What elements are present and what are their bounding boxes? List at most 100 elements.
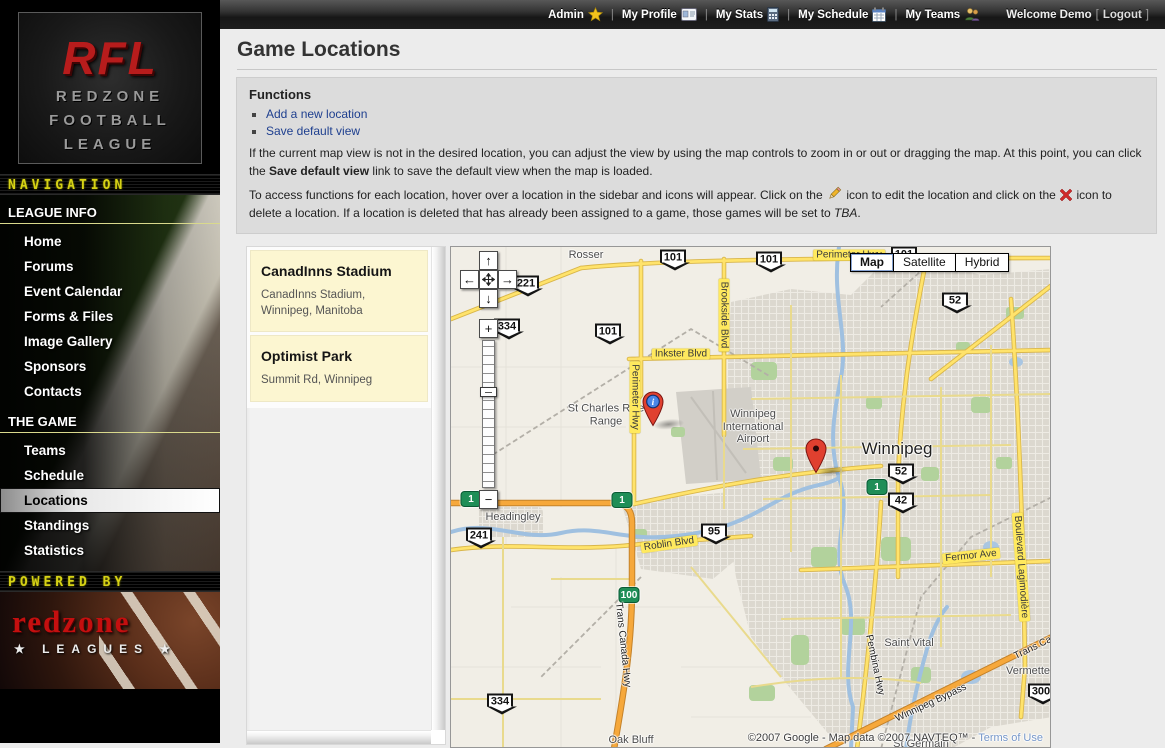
- topnav-my-schedule[interactable]: My Schedule: [798, 7, 886, 22]
- redzone-leagues-logo: redzone ★ LEAGUES ★: [0, 592, 220, 689]
- location-list-panel: CanadInns Stadium CanadInns Stadium, Winn…: [246, 246, 446, 745]
- horizontal-scrollbar[interactable]: [247, 730, 431, 744]
- sidebar-item-locations[interactable]: Locations: [0, 488, 220, 513]
- sidebar: RFL REDZONE FOOTBALL LEAGUE NAVIGATION L…: [0, 0, 220, 743]
- topnav-label: My Teams: [905, 9, 960, 21]
- edit-pencil-icon: [827, 186, 842, 201]
- topnav-label: My Schedule: [798, 9, 868, 21]
- location-marker[interactable]: [804, 438, 828, 479]
- sidebar-item-forms-files[interactable]: Forms & Files: [0, 304, 220, 329]
- star-icon: [588, 7, 603, 22]
- vertical-scrollbar[interactable]: [431, 247, 445, 730]
- sidebar-item-home[interactable]: Home: [0, 229, 220, 254]
- functions-list-item: Save default view: [266, 124, 1144, 138]
- zoom-slider-thumb[interactable]: [480, 387, 497, 397]
- svg-text:i: i: [652, 398, 655, 408]
- sidebar-item-forums[interactable]: Forums: [0, 254, 220, 279]
- rfl-logo: RFL REDZONE FOOTBALL LEAGUE: [18, 12, 202, 164]
- sidebar-item-schedule[interactable]: Schedule: [0, 463, 220, 488]
- rfl-logo-acronym: RFL: [19, 35, 201, 81]
- instructions-paragraph-1: If the current map view is not in the de…: [249, 144, 1144, 180]
- map-type-switcher: MapSatelliteHybrid: [851, 253, 1009, 272]
- zoom-in-button[interactable]: +: [479, 319, 498, 338]
- calendar-icon: [872, 7, 886, 22]
- topnav-label: My Stats: [716, 9, 763, 21]
- functions-list-item: Add a new location: [266, 107, 1144, 121]
- sidebar-item-contacts[interactable]: Contacts: [0, 379, 220, 404]
- sidebar-item-statistics[interactable]: Statistics: [0, 538, 220, 563]
- sidebar-item-sponsors[interactable]: Sponsors: [0, 354, 220, 379]
- sidebar-section-league-info: LEAGUE INFO: [0, 195, 220, 224]
- pan-center-button[interactable]: [479, 270, 498, 289]
- separator: |: [705, 9, 708, 21]
- functions-link-list: Add a new location Save default view: [249, 107, 1144, 138]
- zoom-out-button[interactable]: −: [479, 490, 498, 509]
- topnav-my-stats[interactable]: My Stats: [716, 7, 779, 22]
- functions-box: Functions Add a new location Save default…: [236, 77, 1157, 234]
- app-window: RFL REDZONE FOOTBALL LEAGUE NAVIGATION L…: [0, 0, 1165, 743]
- map-canvas: [451, 247, 1051, 748]
- page-title: Game Locations: [237, 38, 1157, 70]
- bracket: [: [1096, 9, 1099, 21]
- separator: |: [894, 9, 897, 21]
- zoom-slider-track[interactable]: [482, 340, 495, 488]
- redzone-leagues-text: ★ LEAGUES ★: [0, 640, 220, 656]
- location-marker-info[interactable]: i: [641, 391, 665, 432]
- location-address: Summit Rd, Winnipeg: [261, 373, 417, 389]
- save-default-view-emphasis: Save default view: [269, 164, 369, 178]
- map-type-satellite-button[interactable]: Satellite: [893, 253, 956, 272]
- terms-of-use-link[interactable]: Terms of Use: [978, 732, 1043, 744]
- topnav-my-teams[interactable]: My Teams: [905, 7, 980, 22]
- sidebar-item-event-calendar[interactable]: Event Calendar: [0, 279, 220, 304]
- location-name: CanadInns Stadium: [261, 263, 417, 279]
- redzone-logo-text: redzone: [0, 592, 220, 640]
- teams-icon: [964, 7, 980, 22]
- topnav-label: My Profile: [622, 9, 677, 21]
- pan-right-button[interactable]: →: [498, 270, 517, 289]
- main-area: Admin | My Profile | My Stats | My Schedule | My…: [220, 0, 1165, 743]
- rfl-logo-line1: REDZONE: [19, 88, 201, 105]
- location-name: Optimist Park: [261, 348, 417, 364]
- powered-by-banner: POWERED BY: [0, 571, 220, 592]
- functions-title: Functions: [249, 87, 1144, 102]
- pan-center-icon: [482, 273, 495, 286]
- logout-link[interactable]: Logout: [1103, 9, 1142, 21]
- map-type-hybrid-button[interactable]: Hybrid: [955, 253, 1010, 272]
- location-address: CanadInns Stadium, Winnipeg, Manitoba: [261, 288, 417, 319]
- sidebar-section-the-game: THE GAME: [0, 404, 220, 433]
- sidebar-nav: LEAGUE INFO HomeForumsEvent CalendarForms…: [0, 195, 220, 571]
- topnav-admin[interactable]: Admin: [548, 7, 603, 22]
- profile-card-icon: [681, 8, 697, 21]
- map-copyright: ©2007 Google - Map data ©2007 NAVTEQ™ - …: [748, 732, 1043, 744]
- rfl-logo-line2: FOOTBALL: [19, 112, 201, 129]
- pan-left-button[interactable]: ←: [460, 270, 479, 289]
- locations-row: CanadInns Stadium CanadInns Stadium, Winn…: [236, 246, 1165, 748]
- google-map[interactable]: Rosser101101Perimeter Hwy10122152334101B…: [450, 246, 1051, 748]
- top-navigation-bar: Admin | My Profile | My Stats | My Schedule | My…: [220, 0, 1165, 29]
- sidebar-item-image-gallery[interactable]: Image Gallery: [0, 329, 220, 354]
- delete-x-icon: [1060, 189, 1072, 201]
- separator: |: [787, 9, 790, 21]
- instructions-paragraph-2: To access functions for each location, h…: [249, 186, 1144, 222]
- location-cards: CanadInns Stadium CanadInns Stadium, Winn…: [247, 247, 431, 408]
- welcome-text: Welcome Demo: [1006, 9, 1091, 21]
- add-a-new-location-link[interactable]: Add a new location: [266, 107, 367, 121]
- pan-down-button[interactable]: ↓: [479, 289, 498, 308]
- topnav-label: Admin: [548, 9, 584, 21]
- topnav-my-profile[interactable]: My Profile: [622, 8, 697, 21]
- bracket: ]: [1146, 9, 1149, 21]
- content-area: Game Locations Functions Add a new locat…: [220, 29, 1165, 748]
- map-type-map-button[interactable]: Map: [850, 253, 894, 272]
- save-default-view-link[interactable]: Save default view: [266, 124, 360, 138]
- tba-emphasis: TBA: [834, 206, 857, 220]
- location-card[interactable]: CanadInns Stadium CanadInns Stadium, Winn…: [250, 250, 428, 332]
- location-card[interactable]: Optimist Park Summit Rd, Winnipeg: [250, 335, 428, 402]
- navigation-banner: NAVIGATION: [0, 174, 220, 195]
- pan-up-button[interactable]: ↑: [479, 251, 498, 270]
- scrollbar-corner: [431, 730, 445, 744]
- sidebar-item-teams[interactable]: Teams: [0, 438, 220, 463]
- separator: |: [611, 9, 614, 21]
- sidebar-item-standings[interactable]: Standings: [0, 513, 220, 538]
- rfl-logo-line3: LEAGUE: [19, 136, 201, 153]
- calculator-icon: [767, 7, 779, 22]
